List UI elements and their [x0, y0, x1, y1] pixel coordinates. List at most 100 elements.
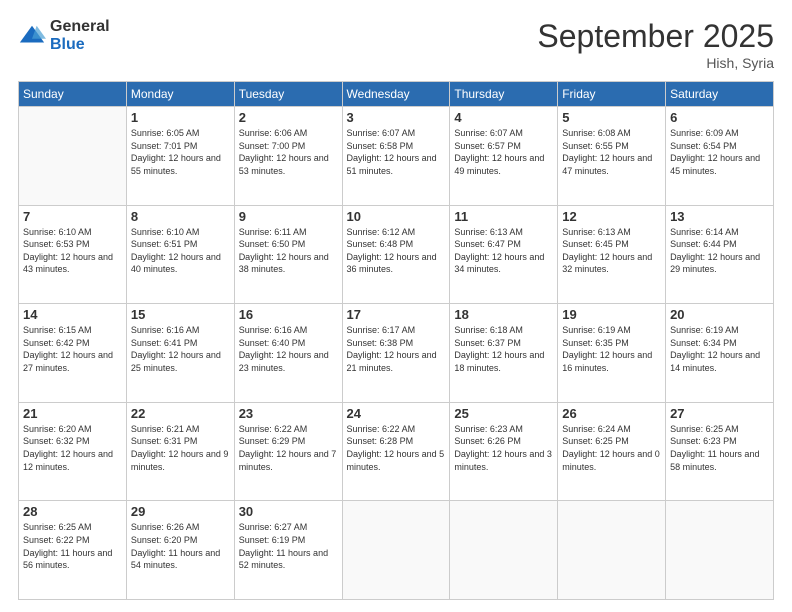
day-info: Sunrise: 6:18 AMSunset: 6:37 PMDaylight:… — [454, 324, 553, 374]
calendar-cell: 9 Sunrise: 6:11 AMSunset: 6:50 PMDaylight… — [234, 205, 342, 304]
calendar-cell: 25Sunrise: 6:23 AMSunset: 6:26 PMDayligh… — [450, 402, 558, 501]
logo: General Blue — [18, 18, 110, 53]
header-saturday: Saturday — [666, 82, 774, 107]
day-number: 24 — [347, 406, 446, 421]
day-number: 21 — [23, 406, 122, 421]
day-info: Sunrise: 6:21 AMSunset: 6:31 PMDaylight:… — [131, 423, 230, 473]
day-number: 27 — [670, 406, 769, 421]
logo-text: General Blue — [50, 18, 110, 53]
calendar-cell: 18 Sunrise: 6:18 AMSunset: 6:37 PMDayligh… — [450, 304, 558, 403]
day-number: 2 — [239, 110, 338, 125]
logo-icon — [18, 22, 46, 50]
day-info: Sunrise: 6:13 AMSunset: 6:47 PMDaylight:… — [454, 226, 553, 276]
calendar-table: Sunday Monday Tuesday Wednesday Thursday… — [18, 81, 774, 600]
day-info: Sunrise: 6:09 AMSunset: 6:54 PMDaylight:… — [670, 127, 769, 177]
header-monday: Monday — [126, 82, 234, 107]
day-info: Sunrise: 6:07 AMSunset: 6:58 PMDaylight:… — [347, 127, 446, 177]
day-number: 9 — [239, 209, 338, 224]
day-number: 26 — [562, 406, 661, 421]
calendar-cell: 12 Sunrise: 6:13 AMSunset: 6:45 PMDayligh… — [558, 205, 666, 304]
day-number: 1 — [131, 110, 230, 125]
calendar-cell: 8 Sunrise: 6:10 AMSunset: 6:51 PMDaylight… — [126, 205, 234, 304]
day-info: Sunrise: 6:12 AMSunset: 6:48 PMDaylight:… — [347, 226, 446, 276]
calendar-cell: 2Sunrise: 6:06 AMSunset: 7:00 PMDaylight… — [234, 107, 342, 206]
day-info: Sunrise: 6:25 AMSunset: 6:22 PMDaylight:… — [23, 521, 122, 571]
day-number: 18 — [454, 307, 553, 322]
day-info: Sunrise: 6:16 AMSunset: 6:40 PMDaylight:… — [239, 324, 338, 374]
day-info: Sunrise: 6:13 AMSunset: 6:45 PMDaylight:… — [562, 226, 661, 276]
day-info: Sunrise: 6:20 AMSunset: 6:32 PMDaylight:… — [23, 423, 122, 473]
page: General Blue September 2025 Hish, Syria … — [0, 0, 792, 612]
day-info: Sunrise: 6:11 AMSunset: 6:50 PMDaylight:… — [239, 226, 338, 276]
calendar-cell: 11 Sunrise: 6:13 AMSunset: 6:47 PMDayligh… — [450, 205, 558, 304]
day-number: 3 — [347, 110, 446, 125]
calendar-cell: 22 Sunrise: 6:21 AMSunset: 6:31 PMDayligh… — [126, 402, 234, 501]
calendar-cell: 1Sunrise: 6:05 AMSunset: 7:01 PMDaylight… — [126, 107, 234, 206]
calendar-header-row: Sunday Monday Tuesday Wednesday Thursday… — [19, 82, 774, 107]
calendar-cell: 20Sunrise: 6:19 AMSunset: 6:34 PMDayligh… — [666, 304, 774, 403]
day-number: 7 — [23, 209, 122, 224]
calendar-cell: 10 Sunrise: 6:12 AMSunset: 6:48 PMDayligh… — [342, 205, 450, 304]
day-info: Sunrise: 6:15 AMSunset: 6:42 PMDaylight:… — [23, 324, 122, 374]
day-number: 13 — [670, 209, 769, 224]
day-number: 5 — [562, 110, 661, 125]
day-info: Sunrise: 6:23 AMSunset: 6:26 PMDaylight:… — [454, 423, 553, 473]
day-info: Sunrise: 6:22 AMSunset: 6:29 PMDaylight:… — [239, 423, 338, 473]
calendar-cell: 7 Sunrise: 6:10 AMSunset: 6:53 PMDaylight… — [19, 205, 127, 304]
calendar-cell — [558, 501, 666, 600]
calendar-cell: 15 Sunrise: 6:16 AMSunset: 6:41 PMDayligh… — [126, 304, 234, 403]
calendar-cell: 19Sunrise: 6:19 AMSunset: 6:35 PMDayligh… — [558, 304, 666, 403]
day-number: 29 — [131, 504, 230, 519]
calendar-cell: 24 Sunrise: 6:22 AMSunset: 6:28 PMDayligh… — [342, 402, 450, 501]
calendar-cell: 26Sunrise: 6:24 AMSunset: 6:25 PMDayligh… — [558, 402, 666, 501]
day-number: 15 — [131, 307, 230, 322]
calendar-week-row: 28Sunrise: 6:25 AMSunset: 6:22 PMDayligh… — [19, 501, 774, 600]
day-info: Sunrise: 6:08 AMSunset: 6:55 PMDaylight:… — [562, 127, 661, 177]
logo-general: General — [50, 18, 110, 36]
calendar-week-row: 7 Sunrise: 6:10 AMSunset: 6:53 PMDaylight… — [19, 205, 774, 304]
calendar-cell: 6 Sunrise: 6:09 AMSunset: 6:54 PMDaylight… — [666, 107, 774, 206]
day-number: 8 — [131, 209, 230, 224]
day-number: 22 — [131, 406, 230, 421]
day-info: Sunrise: 6:07 AMSunset: 6:57 PMDaylight:… — [454, 127, 553, 177]
day-number: 11 — [454, 209, 553, 224]
calendar-cell: 29Sunrise: 6:26 AMSunset: 6:20 PMDayligh… — [126, 501, 234, 600]
calendar-cell: 21 Sunrise: 6:20 AMSunset: 6:32 PMDayligh… — [19, 402, 127, 501]
header-tuesday: Tuesday — [234, 82, 342, 107]
day-info: Sunrise: 6:14 AMSunset: 6:44 PMDaylight:… — [670, 226, 769, 276]
header-thursday: Thursday — [450, 82, 558, 107]
day-number: 20 — [670, 307, 769, 322]
day-info: Sunrise: 6:17 AMSunset: 6:38 PMDaylight:… — [347, 324, 446, 374]
day-number: 16 — [239, 307, 338, 322]
day-number: 17 — [347, 307, 446, 322]
day-info: Sunrise: 6:10 AMSunset: 6:51 PMDaylight:… — [131, 226, 230, 276]
header-sunday: Sunday — [19, 82, 127, 107]
calendar-cell: 17 Sunrise: 6:17 AMSunset: 6:38 PMDayligh… — [342, 304, 450, 403]
location-subtitle: Hish, Syria — [537, 55, 774, 71]
month-title: September 2025 — [537, 18, 774, 55]
day-info: Sunrise: 6:19 AMSunset: 6:35 PMDaylight:… — [562, 324, 661, 374]
day-info: Sunrise: 6:10 AMSunset: 6:53 PMDaylight:… — [23, 226, 122, 276]
day-info: Sunrise: 6:25 AMSunset: 6:23 PMDaylight:… — [670, 423, 769, 473]
calendar-cell: 23 Sunrise: 6:22 AMSunset: 6:29 PMDayligh… — [234, 402, 342, 501]
day-number: 23 — [239, 406, 338, 421]
calendar-cell: 13 Sunrise: 6:14 AMSunset: 6:44 PMDayligh… — [666, 205, 774, 304]
day-number: 10 — [347, 209, 446, 224]
header-friday: Friday — [558, 82, 666, 107]
day-number: 4 — [454, 110, 553, 125]
logo-blue: Blue — [50, 36, 110, 54]
calendar-cell — [342, 501, 450, 600]
calendar-cell — [19, 107, 127, 206]
calendar-cell: 4 Sunrise: 6:07 AMSunset: 6:57 PMDaylight… — [450, 107, 558, 206]
day-number: 14 — [23, 307, 122, 322]
day-info: Sunrise: 6:16 AMSunset: 6:41 PMDaylight:… — [131, 324, 230, 374]
header: General Blue September 2025 Hish, Syria — [18, 18, 774, 71]
day-number: 6 — [670, 110, 769, 125]
day-number: 12 — [562, 209, 661, 224]
day-number: 30 — [239, 504, 338, 519]
calendar-week-row: 14 Sunrise: 6:15 AMSunset: 6:42 PMDayligh… — [19, 304, 774, 403]
calendar-cell: 3 Sunrise: 6:07 AMSunset: 6:58 PMDaylight… — [342, 107, 450, 206]
day-info: Sunrise: 6:22 AMSunset: 6:28 PMDaylight:… — [347, 423, 446, 473]
calendar-cell: 27 Sunrise: 6:25 AMSunset: 6:23 PMDayligh… — [666, 402, 774, 501]
calendar-cell — [450, 501, 558, 600]
